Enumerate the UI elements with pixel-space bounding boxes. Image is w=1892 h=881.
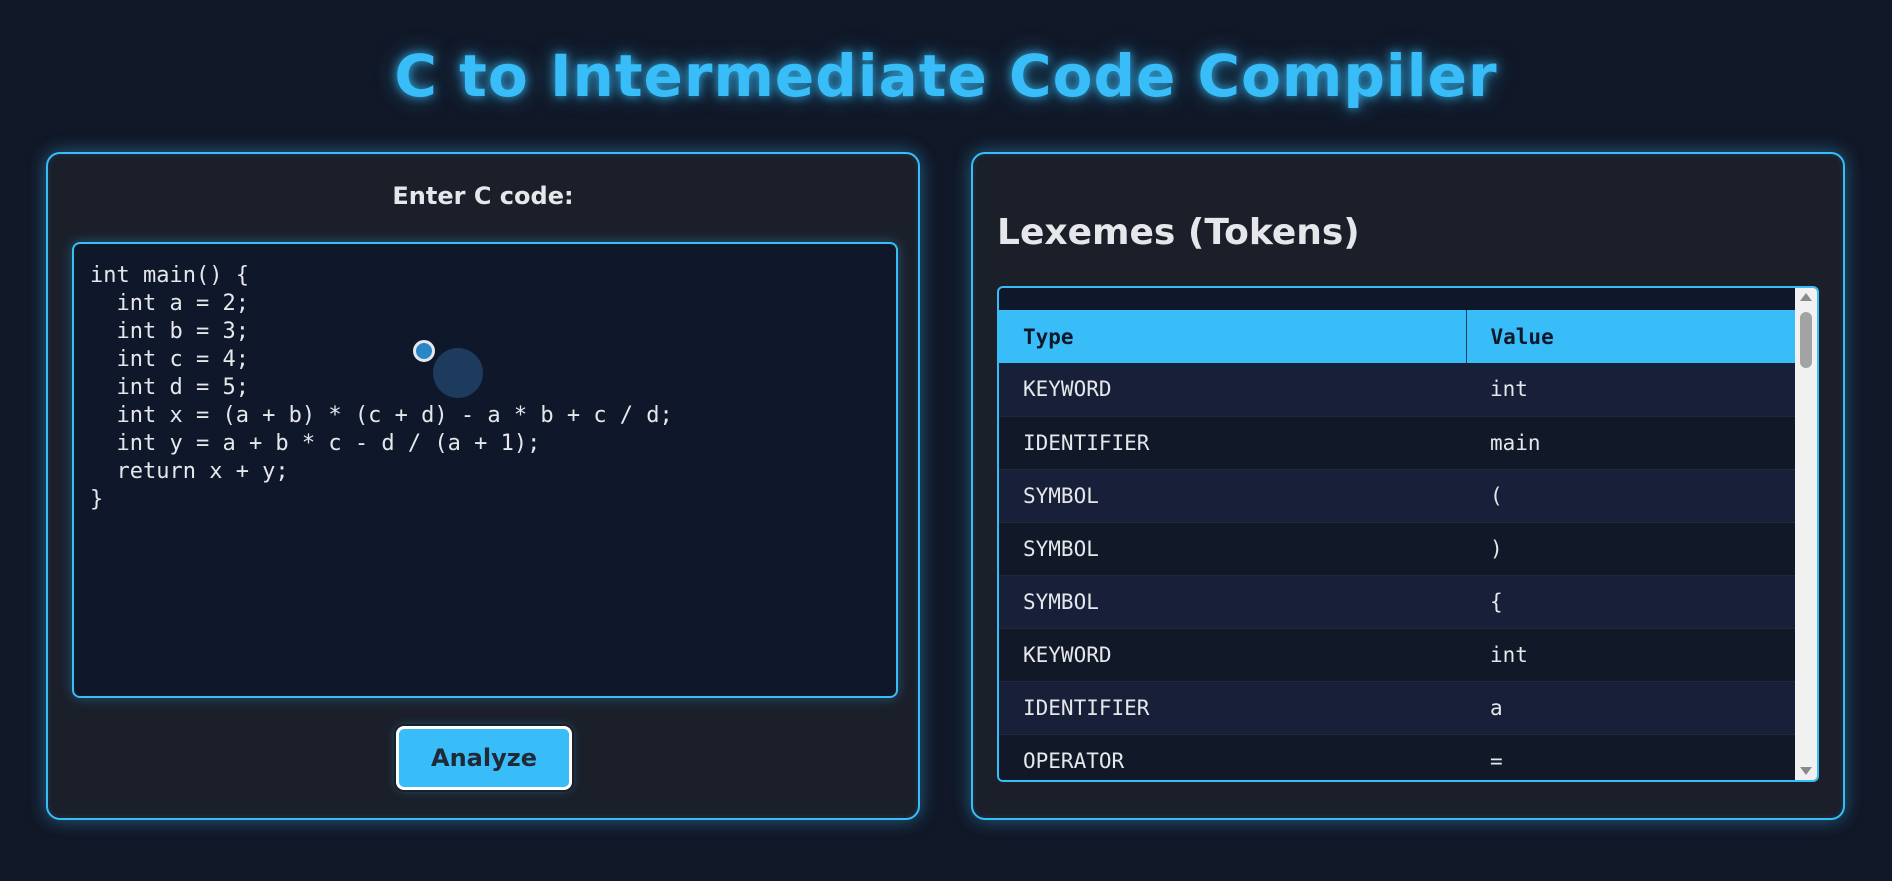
tokens-table: Type Value KEYWORD int IDENTIFIER main SYMBO… bbox=[999, 310, 1795, 780]
table-row: SYMBOL{ bbox=[999, 575, 1795, 629]
token-type-cell: OPERATOR bbox=[999, 734, 1466, 780]
code-input-panel: Enter C code: int main() { int a = 2; in… bbox=[46, 152, 920, 820]
token-value-cell: = bbox=[1466, 734, 1795, 780]
code-textarea[interactable]: int main() { int a = 2; int b = 3; int c… bbox=[72, 242, 898, 698]
chevron-down-icon[interactable] bbox=[1800, 767, 1812, 775]
chevron-up-icon[interactable] bbox=[1800, 293, 1812, 301]
table-row: SYMBOL) bbox=[999, 522, 1795, 576]
editor-label: Enter C code: bbox=[392, 182, 574, 210]
table-row: OPERATOR = bbox=[999, 734, 1795, 780]
analyze-button[interactable]: Analyze bbox=[396, 726, 572, 790]
tokens-table-scroll: Type Value KEYWORD int IDENTIFIER main SYMBO… bbox=[999, 310, 1795, 780]
tokens-table-body: KEYWORD int IDENTIFIER main SYMBOL(SYMBOL) SY… bbox=[999, 363, 1795, 780]
tokens-heading: Lexemes (Tokens) bbox=[997, 212, 1360, 253]
page-title: C to Intermediate Code Compiler bbox=[394, 42, 1498, 110]
token-value-cell: { bbox=[1466, 575, 1795, 629]
token-value-cell: int bbox=[1466, 628, 1795, 682]
token-value-cell: ( bbox=[1466, 469, 1795, 523]
token-type-cell: IDENTIFIER bbox=[999, 681, 1466, 735]
tokens-panel: Lexemes (Tokens) Type Value KEYWORD int ID… bbox=[971, 152, 1845, 820]
token-type-cell: SYMBOL bbox=[999, 575, 1466, 629]
token-type-cell: IDENTIFIER bbox=[999, 416, 1466, 470]
table-header-row: Type Value bbox=[999, 310, 1795, 363]
token-type-cell: KEYWORD bbox=[999, 628, 1466, 682]
table-row: IDENTIFIER a bbox=[999, 681, 1795, 735]
token-value-cell: main bbox=[1466, 416, 1795, 470]
table-row: IDENTIFIER main bbox=[999, 416, 1795, 470]
token-type-cell: KEYWORD bbox=[999, 363, 1466, 417]
vertical-scrollbar[interactable] bbox=[1795, 288, 1817, 780]
token-value-cell: int bbox=[1466, 363, 1795, 417]
table-row: KEYWORD int bbox=[999, 363, 1795, 417]
mouse-cursor-icon bbox=[413, 340, 435, 362]
token-type-cell: SYMBOL bbox=[999, 469, 1466, 523]
token-value-cell: ) bbox=[1466, 522, 1795, 576]
table-row: SYMBOL( bbox=[999, 469, 1795, 523]
token-value-cell: a bbox=[1466, 681, 1795, 735]
token-type-cell: SYMBOL bbox=[999, 522, 1466, 576]
cursor-glow-icon bbox=[433, 348, 483, 398]
column-header-type: Type bbox=[999, 310, 1467, 363]
scrollbar-thumb[interactable] bbox=[1800, 312, 1812, 368]
column-header-value: Value bbox=[1466, 310, 1795, 363]
table-row: KEYWORD int bbox=[999, 628, 1795, 682]
tokens-table-container[interactable]: Type Value KEYWORD int IDENTIFIER main SYMBO… bbox=[997, 286, 1819, 782]
